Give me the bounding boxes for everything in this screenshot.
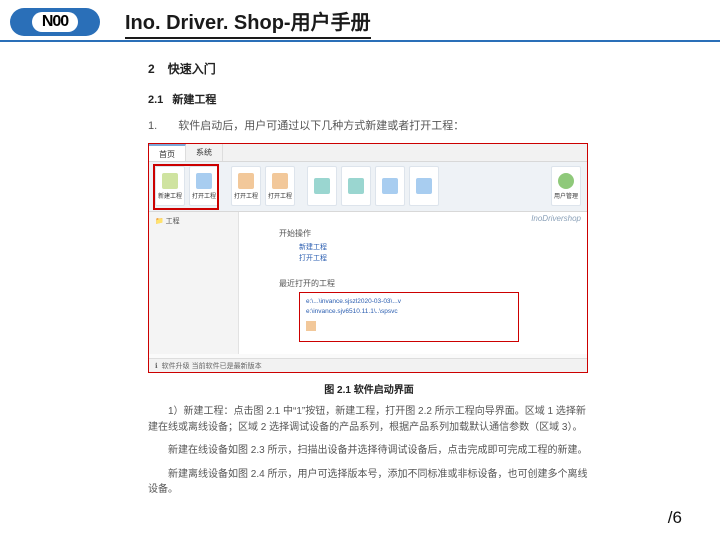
ribbon-button[interactable]: 打开工程 (265, 166, 295, 206)
ribbon-icon (238, 173, 254, 189)
ribbon-icon (272, 173, 288, 189)
ribbon-button[interactable] (341, 166, 371, 206)
file-new-icon (162, 173, 178, 189)
ribbon-button[interactable] (409, 166, 439, 206)
ribbon-icon (348, 178, 364, 194)
ribbon-icon (416, 178, 432, 194)
ribbon-label: 打开工程 (268, 191, 292, 200)
figure-screenshot: 首页 系统 新建工程 打开工程 打开工程 打开工程 用户管理 📁 工程 InoD… (148, 143, 588, 373)
ribbon-open-button[interactable]: 打开工程 (189, 166, 219, 206)
recent-item[interactable]: e:\...\invance.sjszl2020-03-03\...v (306, 297, 512, 307)
link-open-project[interactable]: 打开工程 (299, 253, 327, 264)
ribbon-button[interactable]: 打开工程 (231, 166, 261, 206)
paragraph: 新建在线设备如图 2.3 所示，扫描出设备并选择待调试设备后，点击完成即可完成工… (148, 443, 590, 459)
intro-text: 软件启动后，用户可通过以下几种方式新建或者打开工程： (178, 120, 464, 132)
intro-line: 1. 软件启动后，用户可通过以下几种方式新建或者打开工程： (148, 117, 590, 133)
tab-system[interactable]: 系统 (186, 144, 223, 161)
panel-heading-start: 开始操作 (279, 228, 311, 239)
ribbon-label: 打开工程 (192, 191, 216, 200)
page-title: Ino. Driver. Shop-用户手册 (125, 6, 371, 39)
paragraph: 新建离线设备如图 2.4 所示，用户可选择版本号，添加不同标准或非标设备，也可创… (148, 467, 590, 498)
ribbon-new-button[interactable]: 新建工程 (155, 166, 185, 206)
subsection-heading: 2.1 新建工程 (148, 91, 590, 107)
page-footer: /6 (668, 508, 682, 528)
ss-tabbar: 首页 系统 (149, 144, 587, 162)
list-number: 1. (148, 120, 157, 132)
tab-home[interactable]: 首页 (149, 144, 186, 161)
ss-main-panel: InoDrivershop 开始操作 新建工程 打开工程 最近打开的工程 e:\… (239, 212, 587, 354)
ribbon-label: 打开工程 (234, 191, 258, 200)
brand-watermark: InoDrivershop (531, 214, 581, 223)
panel-heading-recent: 最近打开的工程 (279, 278, 335, 289)
figure-caption: 图 2.1 软件启动界面 (148, 381, 590, 396)
ribbon-button[interactable] (375, 166, 405, 206)
user-icon (558, 173, 574, 189)
section-number: 2 (148, 62, 155, 76)
ribbon-button[interactable] (307, 166, 337, 206)
ss-sidebar: 📁 工程 (149, 212, 239, 354)
subsection-number: 2.1 (148, 94, 163, 106)
status-text: 软件升级 当前软件已是最新版本 (162, 361, 262, 371)
logo-text: N00 (32, 12, 78, 32)
recent-item[interactable]: e:\invance.sjv6510.11.1\..\spsvc (306, 307, 512, 317)
section-heading: 2 快速入门 (148, 60, 590, 77)
ss-ribbon: 新建工程 打开工程 打开工程 打开工程 用户管理 (149, 162, 587, 212)
logo-badge: N00 (10, 8, 100, 36)
section-title: 快速入门 (168, 62, 216, 76)
ss-status-bar: ℹ 软件升级 当前软件已是最新版本 (149, 358, 587, 372)
recent-highlight-box: e:\...\invance.sjszl2020-03-03\...v e:\i… (299, 292, 519, 342)
panel-links: 新建工程 打开工程 (299, 242, 327, 264)
page-number: 6 (673, 508, 682, 527)
folder-icon: 📁 (155, 218, 164, 225)
ribbon-user-button[interactable]: 用户管理 (551, 166, 581, 206)
info-icon: ℹ (155, 362, 158, 370)
file-open-icon (196, 173, 212, 189)
ribbon-label: 用户管理 (554, 191, 578, 200)
recent-file-icon (306, 321, 316, 331)
subsection-title: 新建工程 (172, 94, 216, 106)
link-new-project[interactable]: 新建工程 (299, 242, 327, 253)
ribbon-icon (314, 178, 330, 194)
ribbon-icon (382, 178, 398, 194)
sidebar-project-label: 工程 (166, 218, 180, 225)
ribbon-label: 新建工程 (158, 191, 182, 200)
paragraph: 1）新建工程：点击图 2.1 中“1”按钮，新建工程，打开图 2.2 所示工程向… (148, 404, 590, 435)
